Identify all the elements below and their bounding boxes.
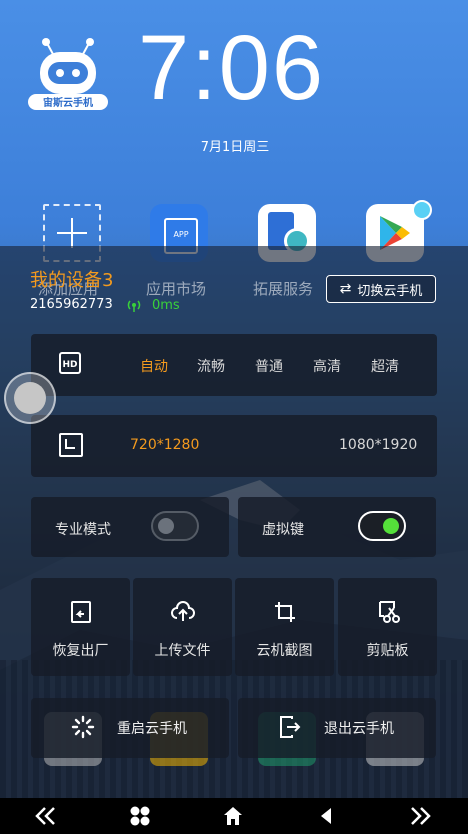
loading-spinner-icon — [71, 715, 95, 739]
upload-file-label: 上传文件 — [154, 643, 211, 659]
pro-mode-toggle[interactable] — [151, 511, 199, 541]
factory-reset-button[interactable]: 恢复出厂 — [31, 578, 130, 676]
resolution-option-1080[interactable]: 1080*1920 — [339, 437, 417, 453]
back-icon[interactable] — [306, 798, 346, 834]
clock-time: 7:06 — [138, 17, 326, 119]
exit-label: 退出云手机 — [324, 721, 394, 737]
factory-reset-label: 恢复出厂 — [52, 643, 109, 659]
hd-icon: HD — [59, 352, 81, 374]
clock-date: 7月1日周三 — [200, 140, 270, 155]
apps-grid-icon[interactable] — [120, 798, 160, 834]
screenshot-button[interactable]: 云机截图 — [235, 578, 334, 676]
app-label-extension: 拓展服务 — [253, 280, 314, 298]
latency-value: 0ms — [152, 298, 180, 313]
resolution-selector: 720*1280 1080*1920 — [31, 415, 437, 477]
quality-option-smooth[interactable]: 流畅 — [197, 356, 225, 376]
swap-icon: ⇄ — [339, 281, 352, 297]
upload-file-button[interactable]: 上传文件 — [133, 578, 232, 676]
bottom-nav-bar — [0, 798, 468, 834]
switch-cloud-phone-button[interactable]: ⇄ 切换云手机 — [326, 275, 436, 303]
quality-option-hd[interactable]: 高清 — [313, 356, 341, 376]
restart-cloud-phone-button[interactable]: 重启云手机 — [31, 698, 229, 758]
quality-option-uhd[interactable]: 超清 — [371, 356, 399, 376]
double-chevron-right-icon[interactable] — [400, 798, 440, 834]
crop-icon — [275, 602, 295, 622]
clipboard-icon — [379, 601, 400, 623]
pro-mode-label: 专业模式 — [55, 522, 111, 538]
exit-cloud-phone-button[interactable]: 退出云手机 — [238, 698, 436, 758]
clipboard-label: 剪贴板 — [366, 643, 409, 659]
upload-icon — [171, 601, 195, 621]
virtual-key-toggle[interactable] — [358, 511, 406, 541]
restart-label: 重启云手机 — [117, 721, 187, 737]
zeus-cloud-phone-logo: 宙斯云手机 — [28, 38, 108, 110]
resolution-option-720[interactable]: 720*1280 — [130, 437, 199, 453]
virtual-key-label: 虚拟键 — [262, 522, 304, 538]
pro-mode-card: 专业模式 — [31, 497, 229, 557]
switch-label: 切换云手机 — [357, 283, 423, 299]
double-chevron-left-icon[interactable] — [26, 798, 66, 834]
notification-dot — [412, 200, 432, 220]
device-name: 我的设备3 — [30, 270, 114, 291]
resolution-icon — [59, 433, 83, 457]
quality-option-auto[interactable]: 自动 — [140, 356, 168, 376]
quality-option-normal[interactable]: 普通 — [255, 356, 283, 376]
signal-icon — [127, 300, 141, 312]
factory-reset-icon — [71, 601, 91, 623]
screenshot-label: 云机截图 — [256, 643, 313, 659]
home-icon[interactable] — [213, 798, 253, 834]
clipboard-button[interactable]: 剪贴板 — [338, 578, 437, 676]
app-label-store: 应用市场 — [146, 280, 207, 298]
exit-icon — [280, 716, 301, 738]
floating-ball-button[interactable] — [4, 372, 56, 424]
virtual-key-card: 虚拟键 — [238, 497, 436, 557]
logo-text: 宙斯云手机 — [43, 96, 93, 109]
quality-selector: HD 自动 流畅 普通 高清 超清 — [31, 334, 437, 396]
device-id: 2165962773 — [30, 297, 113, 312]
